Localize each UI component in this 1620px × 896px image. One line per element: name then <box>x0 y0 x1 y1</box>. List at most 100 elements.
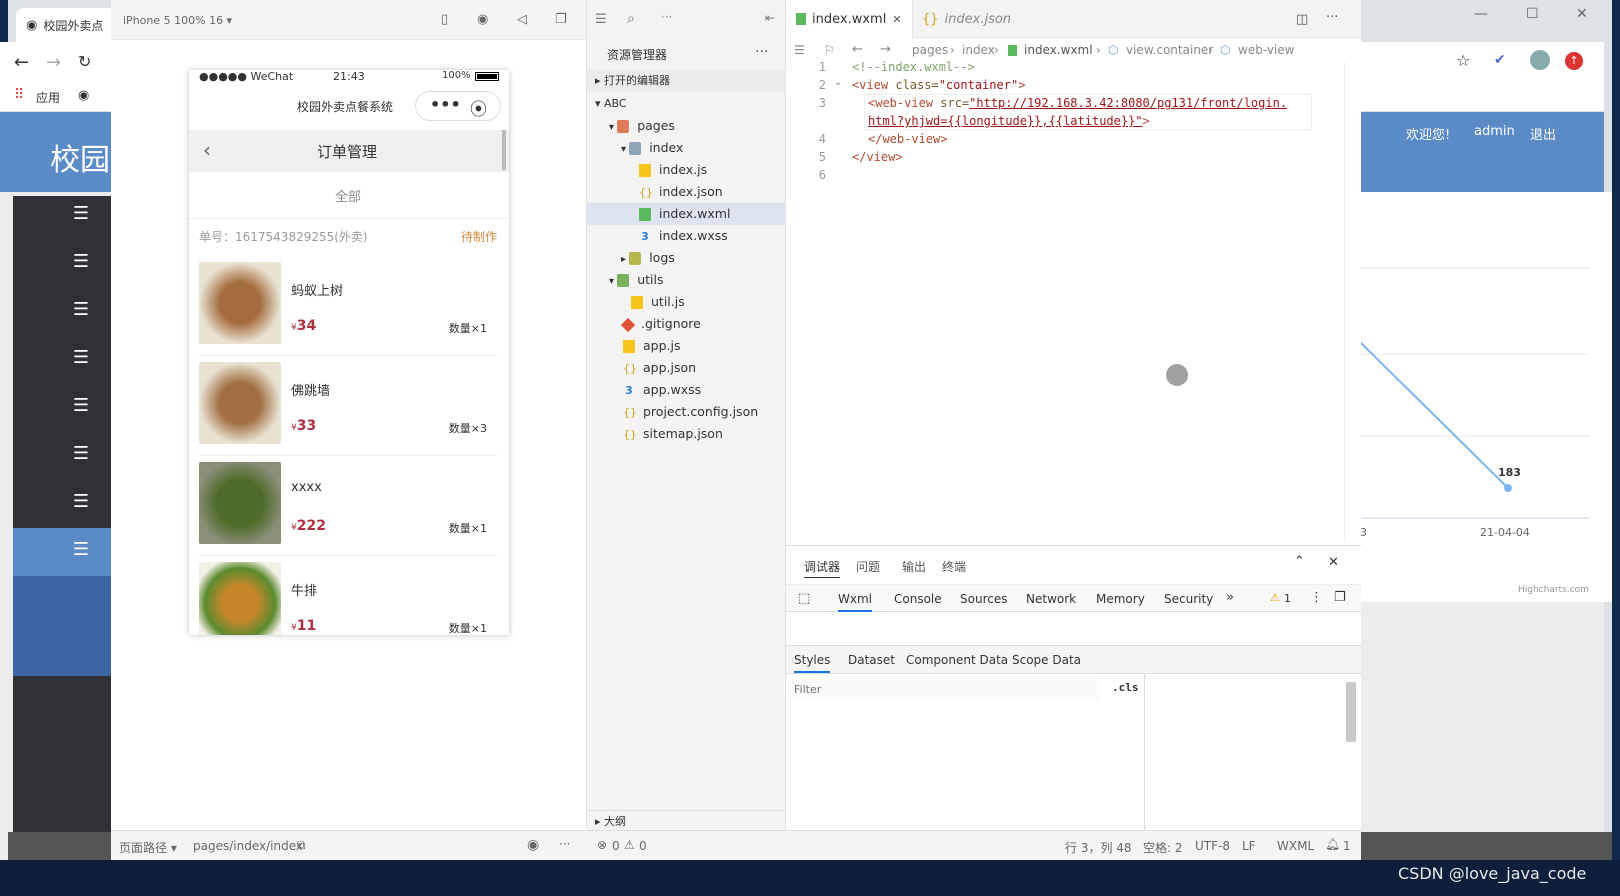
tab-memory[interactable]: Memory <box>1096 592 1145 606</box>
volume-icon[interactable]: ◁ <box>517 12 527 27</box>
notification-count[interactable]: 1 <box>1343 839 1351 853</box>
search-icon[interactable]: ⌕ <box>627 11 635 27</box>
phone-icon[interactable]: ▯ <box>441 12 448 27</box>
tree-item-gitignore[interactable]: .gitignore <box>587 313 787 335</box>
tab-scope-data[interactable]: Scope Data <box>1012 653 1081 667</box>
menu-icon[interactable]: ⋮ <box>1310 590 1323 605</box>
layers-icon[interactable]: ☰ <box>68 349 94 367</box>
code-line[interactable]: <web-view src="http://192.168.3.42:8080/… <box>868 94 1287 112</box>
globe-icon[interactable]: ◉ <box>78 88 89 103</box>
collapse-panel-icon[interactable]: ⇤ <box>765 11 775 25</box>
more-icon[interactable]: ··· <box>1326 10 1338 25</box>
cursor-position[interactable]: 行 3，列 48 <box>1065 839 1132 856</box>
panel-scrollbar[interactable] <box>1346 682 1356 742</box>
tree-item-util-js[interactable]: util.js <box>587 291 787 313</box>
eye-icon[interactable]: ◉ <box>527 837 539 853</box>
back-icon[interactable]: ‹ <box>203 138 211 162</box>
layers-icon[interactable]: ☰ <box>68 205 94 223</box>
code-line[interactable]: </web-view> <box>868 130 947 148</box>
tab-console[interactable]: Console <box>894 592 942 606</box>
cls-toggle[interactable]: .cls <box>1112 681 1139 694</box>
layers-icon[interactable]: ☰ <box>68 445 94 463</box>
web-sidebar-active[interactable] <box>13 528 113 576</box>
tree-item-app-js[interactable]: app.js <box>587 335 787 357</box>
encoding[interactable]: UTF-8 <box>1195 839 1230 853</box>
list-item[interactable]: xxxx ¥222 数量×1 <box>189 458 509 556</box>
tree-item-app-wxss[interactable]: 3 app.wxss <box>587 379 787 401</box>
layers-icon[interactable]: ☰ <box>68 541 94 559</box>
tab-network[interactable]: Network <box>1026 592 1076 606</box>
device-selector[interactable]: iPhone 5 100% 16 ▾ <box>123 14 232 27</box>
line-ending[interactable]: LF <box>1242 839 1256 853</box>
more-icon[interactable]: ··· <box>755 44 768 60</box>
star-icon[interactable]: ☆ <box>1456 51 1470 70</box>
breadcrumb-item[interactable]: web-view <box>1238 38 1294 62</box>
bell-icon[interactable]: 🔔︎ <box>1325 837 1340 851</box>
tab-wxml[interactable]: Wxml <box>838 592 872 612</box>
maximize-icon[interactable]: ☐ <box>1526 6 1539 22</box>
styles-filter-input[interactable] <box>790 679 1100 699</box>
close-icon[interactable]: ✕ <box>892 13 901 26</box>
list-icon[interactable]: ☰ <box>595 12 607 27</box>
editor-scrollbar[interactable] <box>1344 62 1358 542</box>
warning-count[interactable]: 0 <box>639 839 647 853</box>
split-editor-icon[interactable]: ◫ <box>1296 12 1308 27</box>
breadcrumb-item[interactable]: index.wxml <box>1024 38 1093 62</box>
layers-icon[interactable]: ☰ <box>68 301 94 319</box>
browser-tab[interactable]: ◉ 校园外卖点 <box>16 8 116 42</box>
copy-icon[interactable]: ⧉ <box>297 838 306 853</box>
avatar[interactable] <box>1530 50 1550 70</box>
list-item[interactable]: 佛跳墙 ¥33 数量×3 <box>189 358 509 456</box>
chevron-up-icon[interactable]: ⌃ <box>1294 554 1305 569</box>
tree-item-index-wxss[interactable]: 3 index.wxss <box>587 225 787 247</box>
scrollbar[interactable] <box>502 130 506 170</box>
inspect-icon[interactable]: ⬚ <box>798 591 810 606</box>
tab-problems[interactable]: 问题 <box>856 558 880 575</box>
tree-item-index-wxml[interactable]: index.wxml <box>587 203 787 225</box>
close-mini-program-icon[interactable]: ⦿ <box>470 95 487 120</box>
breadcrumb-item[interactable]: view.container <box>1126 38 1213 62</box>
indent-setting[interactable]: 空格: 2 <box>1143 839 1183 856</box>
project-section[interactable]: ▾ ABC <box>587 93 787 115</box>
page-path-selector[interactable]: 页面路径 ▾ <box>119 839 177 856</box>
error-count[interactable]: 0 <box>612 839 620 853</box>
tab-component-data[interactable]: Component Data <box>906 653 1008 667</box>
code-line[interactable]: <!--index.wxml--> <box>852 58 975 76</box>
tab-sources[interactable]: Sources <box>960 592 1007 606</box>
language-mode[interactable]: WXML <box>1277 839 1314 853</box>
tree-item-app-json[interactable]: {} app.json <box>587 357 787 379</box>
tree-item-utils[interactable]: ▾ utils <box>587 269 787 291</box>
update-icon[interactable]: ↑ <box>1565 52 1583 70</box>
tab-output[interactable]: 输出 <box>902 558 926 575</box>
more-tabs-icon[interactable]: » <box>1226 590 1234 605</box>
code-line[interactable]: </view> <box>852 148 903 166</box>
tab-index-wxml[interactable]: index.wxml ✕ <box>786 0 913 38</box>
minimize-icon[interactable]: — <box>1474 6 1488 22</box>
list-item[interactable]: 蚂蚁上树 ¥34 数量×1 <box>189 258 509 356</box>
tree-item-logs[interactable]: ▸ logs <box>587 247 787 269</box>
more-icon[interactable]: ··· <box>559 837 570 851</box>
layers-icon[interactable]: ☰ <box>68 253 94 271</box>
list-item[interactable]: 牛排 ¥11 数量×1 <box>189 558 509 635</box>
open-editors-section[interactable]: ▸ 打开的编辑器 <box>587 70 787 92</box>
logout-link[interactable]: 退出 <box>1530 124 1556 143</box>
code-line[interactable]: html?yhjwd={{longitude}},{{latitude}}"> <box>868 112 1150 130</box>
outline-section[interactable]: ▸ 大纲 <box>587 810 787 832</box>
tab-styles[interactable]: Styles <box>794 653 831 673</box>
tab-debugger[interactable]: 调试器 <box>804 558 841 578</box>
more-icon[interactable]: ··· <box>661 10 672 24</box>
fold-icon[interactable]: ⌄ <box>834 77 842 88</box>
chart-credit[interactable]: Highcharts.com <box>1518 585 1589 595</box>
username[interactable]: admin <box>1474 124 1515 139</box>
close-icon[interactable]: ✕ <box>1328 555 1339 570</box>
close-icon[interactable]: ✕ <box>1576 6 1588 22</box>
list-icon[interactable]: ☰ <box>794 38 805 62</box>
tree-item-index[interactable]: ▾ index <box>587 137 787 159</box>
reload-icon[interactable]: ↻ <box>78 52 91 71</box>
bookmark-apps[interactable]: 应用 <box>36 89 60 106</box>
warning-count[interactable]: 1 <box>1284 592 1291 605</box>
back-icon[interactable]: ← <box>14 52 29 73</box>
tab-terminal[interactable]: 终端 <box>942 558 966 575</box>
filter-tab[interactable]: 全部 <box>335 186 361 205</box>
more-icon[interactable]: ••• <box>430 95 461 114</box>
